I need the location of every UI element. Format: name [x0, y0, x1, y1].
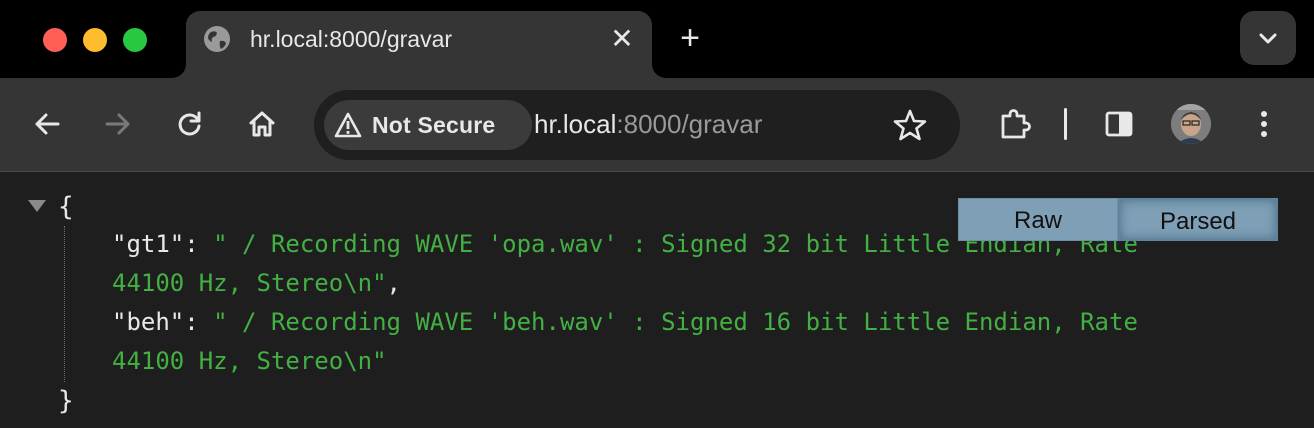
security-label: Not Secure — [372, 112, 496, 138]
address-bar[interactable]: Not Secure hr.local:8000/gravar — [314, 90, 960, 160]
security-chip[interactable]: Not Secure — [324, 100, 532, 150]
reload-button[interactable] — [168, 102, 212, 146]
json-colon: : — [184, 308, 214, 336]
json-entry-line: 44100 Hz, Stereo\n" — [112, 342, 387, 381]
warning-icon — [334, 112, 362, 138]
zoom-window-button[interactable] — [123, 28, 147, 52]
json-string-value: 44100 Hz, Stereo\n" — [112, 347, 387, 375]
menu-button[interactable] — [1242, 102, 1286, 146]
side-panel-button[interactable] — [1097, 102, 1141, 146]
home-icon — [249, 111, 275, 137]
parsed-button[interactable]: Parsed — [1118, 198, 1278, 241]
tab-title: hr.local:8000/gravar — [250, 26, 453, 52]
new-tab-button[interactable]: + — [672, 20, 708, 56]
url-text[interactable]: hr.local:8000/gravar — [534, 109, 762, 140]
puzzle-icon — [1001, 109, 1031, 139]
back-button[interactable] — [25, 102, 69, 146]
active-tab[interactable]: hr.local:8000/gravar ✕ — [186, 11, 652, 78]
avatar[interactable] — [1171, 104, 1211, 144]
json-key: "gt1" — [112, 230, 185, 258]
json-colon: : — [184, 230, 214, 258]
json-entry-line: 44100 Hz, Stereo\n", — [112, 264, 401, 303]
tab-strip: hr.local:8000/gravar ✕ + — [0, 0, 1314, 78]
json-entry-line: "beh": " / Recording WAVE 'beh.wav' : Si… — [112, 303, 1138, 342]
json-string-value: 44100 Hz, Stereo\n" — [112, 269, 387, 297]
minimize-window-button[interactable] — [83, 28, 107, 52]
tab-close-icon[interactable]: ✕ — [606, 23, 638, 55]
close-window-button[interactable] — [43, 28, 67, 52]
view-mode-toggle: Raw Parsed — [958, 198, 1278, 241]
json-viewer: { "gt1": " / Recording WAVE 'opa.wav' : … — [0, 172, 1314, 428]
forward-button[interactable] — [96, 102, 140, 146]
profile-photo-icon — [1171, 104, 1211, 144]
arrow-right-icon — [105, 113, 130, 135]
json-string-value: " / Recording WAVE 'beh.wav' : Signed 16… — [213, 308, 1138, 336]
browser-window: hr.local:8000/gravar ✕ + Not Secure hr.l… — [0, 0, 1314, 428]
json-comma: , — [386, 269, 401, 297]
indent-guide — [64, 226, 65, 382]
chevron-down-icon — [1259, 33, 1277, 44]
json-key: "beh" — [112, 308, 185, 336]
open-brace: { — [58, 192, 74, 222]
collapse-triangle-icon[interactable] — [28, 200, 46, 212]
raw-button[interactable]: Raw — [958, 198, 1118, 241]
arrow-left-icon — [35, 113, 60, 135]
side-panel-icon — [1105, 111, 1133, 137]
globe-icon — [204, 26, 230, 52]
url-host: hr.local — [534, 109, 617, 139]
kebab-menu-icon — [1261, 111, 1267, 137]
tab-search-button[interactable] — [1240, 11, 1296, 65]
toolbar-divider — [1064, 108, 1067, 140]
extensions-button[interactable] — [992, 102, 1036, 146]
reload-icon — [178, 111, 201, 136]
close-brace: } — [58, 386, 74, 416]
star-icon[interactable] — [892, 107, 928, 143]
url-path: :8000/gravar — [616, 109, 763, 139]
toolbar: Not Secure hr.local:8000/gravar — [0, 78, 1314, 172]
home-button[interactable] — [240, 102, 284, 146]
